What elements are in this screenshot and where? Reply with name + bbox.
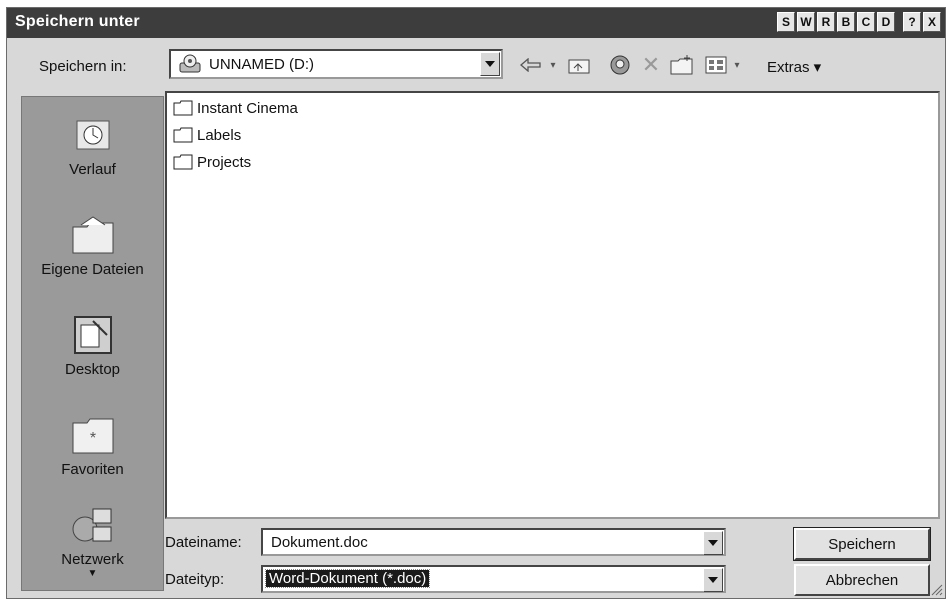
drive-icon: [179, 54, 201, 73]
filename-label: Dateiname:: [165, 534, 242, 551]
place-label-desktop: Desktop: [64, 361, 121, 378]
title-button-s[interactable]: S: [777, 12, 795, 32]
file-name: Instant Cinema: [197, 99, 298, 117]
views-dropdown-icon[interactable]: ▾: [731, 54, 743, 76]
places-bar: Verlauf Eigene Dateien Desktop * Favorit…: [21, 96, 164, 591]
filetype-select[interactable]: Word-Dokument (*.doc): [261, 565, 726, 593]
save-as-dialog: Speichern unter S W R B C D ? X Speicher…: [6, 7, 946, 599]
place-label-eigene-dateien: Eigene Dateien: [41, 261, 144, 278]
lookin-label: Speichern in:: [39, 58, 127, 75]
title-button-c[interactable]: C: [857, 12, 875, 32]
folder-icon: [173, 100, 193, 116]
extras-menu[interactable]: Extras ▾: [767, 58, 821, 76]
chevron-down-icon: [708, 577, 718, 583]
chevron-down-icon: [485, 61, 495, 67]
filename-value: Dokument.doc: [271, 534, 368, 551]
history-icon: [71, 115, 115, 155]
search-web-icon[interactable]: [607, 54, 633, 76]
filetype-label: Dateityp:: [165, 571, 225, 588]
list-item[interactable]: Projects: [173, 151, 251, 173]
close-button[interactable]: X: [923, 12, 941, 32]
lookin-dropdown-button[interactable]: [480, 52, 500, 76]
place-label-netzwerk: Netzwerk: [61, 551, 124, 568]
folder-icon: [173, 154, 193, 170]
place-favoriten[interactable]: * Favoriten: [22, 415, 163, 478]
title-button-r[interactable]: R: [817, 12, 835, 32]
title-button-b[interactable]: B: [837, 12, 855, 32]
resize-grip-icon[interactable]: [931, 584, 943, 596]
list-item[interactable]: Instant Cinema: [173, 97, 298, 119]
file-list[interactable]: Instant Cinema Labels Projects: [165, 91, 940, 519]
filename-dropdown-button[interactable]: [703, 531, 723, 555]
place-label-favoriten: Favoriten: [61, 461, 124, 478]
file-name: Projects: [197, 153, 252, 171]
folder-icon: [173, 127, 193, 143]
filetype-value: Word-Dokument (*.doc): [264, 569, 431, 588]
place-netzwerk[interactable]: Netzwerk ▼: [22, 505, 163, 579]
favorites-icon: *: [71, 415, 115, 455]
up-folder-icon[interactable]: [567, 54, 591, 76]
views-icon[interactable]: [703, 54, 729, 76]
svg-text:*: *: [89, 430, 95, 447]
my-documents-icon: [71, 215, 115, 255]
new-folder-icon[interactable]: [669, 54, 695, 76]
cancel-button[interactable]: Abbrechen: [794, 564, 930, 596]
scroll-down-icon[interactable]: ▼: [22, 568, 163, 579]
back-icon[interactable]: [519, 54, 543, 76]
title-buttons: S W R B C D ? X: [777, 12, 941, 32]
place-eigene-dateien[interactable]: Eigene Dateien: [22, 215, 163, 278]
save-button[interactable]: Speichern: [793, 527, 931, 561]
place-desktop[interactable]: Desktop: [22, 315, 163, 378]
place-verlauf[interactable]: Verlauf: [22, 115, 163, 178]
chevron-down-icon: [708, 540, 718, 546]
title-button-d[interactable]: D: [877, 12, 895, 32]
help-button[interactable]: ?: [903, 12, 921, 32]
lookin-value: UNNAMED (D:): [209, 56, 314, 73]
filetype-dropdown-button[interactable]: [703, 568, 723, 592]
back-dropdown-icon[interactable]: ▾: [547, 54, 559, 76]
delete-icon[interactable]: ✕: [640, 52, 662, 77]
window-title: Speichern unter: [15, 13, 140, 30]
place-label-verlauf: Verlauf: [69, 161, 116, 178]
file-name: Labels: [197, 126, 242, 144]
title-button-w[interactable]: W: [797, 12, 815, 32]
lookin-combo[interactable]: UNNAMED (D:): [169, 49, 503, 79]
list-item[interactable]: Labels: [173, 124, 241, 146]
title-bar: Speichern unter S W R B C D ? X: [7, 8, 945, 38]
desktop-icon: [71, 315, 115, 355]
filename-input[interactable]: Dokument.doc: [261, 528, 726, 556]
network-icon: [71, 505, 115, 545]
